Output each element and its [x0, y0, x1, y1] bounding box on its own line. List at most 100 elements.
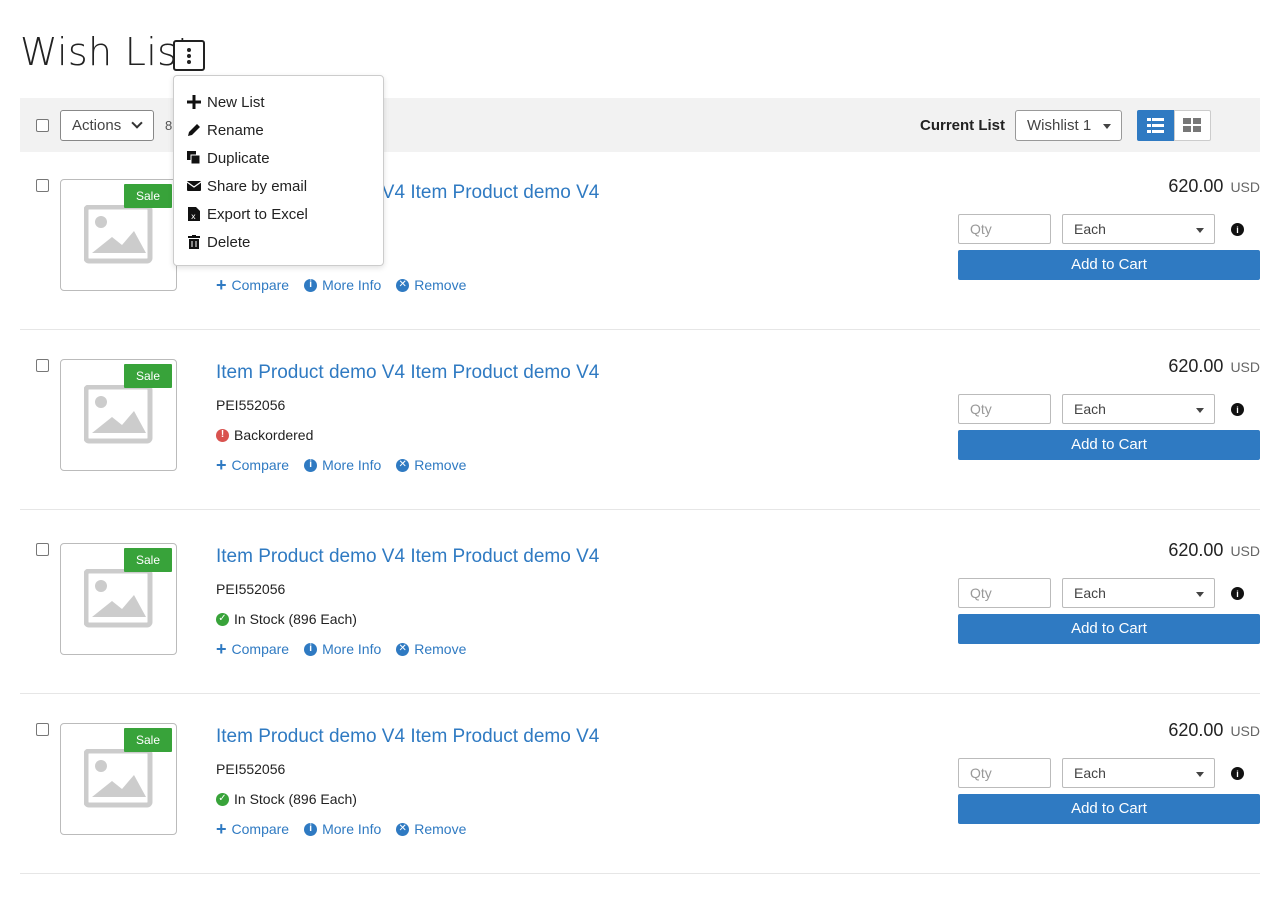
compare-label: Compare	[231, 641, 290, 657]
compare-link[interactable]: + Compare	[216, 456, 289, 474]
stock-status: ✓ In Stock (896 Each)	[216, 611, 357, 627]
product-thumbnail[interactable]: Sale	[60, 723, 177, 835]
product-name-link[interactable]: Item Product demo V4 Item Product demo V…	[216, 362, 599, 384]
caret-down-icon	[1196, 772, 1204, 777]
exclamation-icon: !	[216, 428, 229, 442]
remove-icon: ✕	[396, 822, 410, 836]
item-price: 620.00 USD	[1168, 720, 1260, 741]
stock-label: In Stock (896 Each)	[234, 791, 357, 807]
product-thumbnail[interactable]: Sale	[60, 543, 177, 655]
kebab-dot	[187, 59, 191, 64]
uom-select[interactable]: Each	[1062, 394, 1215, 424]
stock-label: In Stock (896 Each)	[234, 611, 357, 627]
add-to-cart-button[interactable]: Add to Cart	[958, 794, 1260, 824]
uom-value: Each	[1074, 765, 1106, 781]
caret-down-icon	[1103, 124, 1111, 129]
item-links: + Compare i More Info ✕ Remove	[216, 276, 481, 294]
remove-link[interactable]: ✕ Remove	[396, 821, 466, 837]
menu-item-label: Export to Excel	[207, 205, 308, 223]
more-info-label: More Info	[322, 641, 382, 657]
uom-select[interactable]: Each	[1062, 758, 1215, 788]
info-icon: i	[304, 642, 318, 656]
current-list-select[interactable]: Wishlist 1	[1015, 110, 1122, 141]
more-info-link[interactable]: i More Info	[304, 641, 381, 657]
grid-view-icon	[1183, 118, 1201, 132]
uom-info-icon[interactable]: i	[1231, 767, 1244, 780]
sale-badge: Sale	[124, 548, 172, 572]
more-info-link[interactable]: i More Info	[304, 277, 381, 293]
add-to-cart-button[interactable]: Add to Cart	[958, 614, 1260, 644]
item-checkbox[interactable]	[36, 179, 49, 192]
stock-label: Backordered	[234, 427, 314, 443]
item-links: + Compare i More Info ✕ Remove	[216, 640, 481, 658]
compare-label: Compare	[231, 821, 290, 837]
uom-info-icon[interactable]: i	[1231, 587, 1244, 600]
wishlist-item-row: Sale Item Product demo V4 Item Product d…	[20, 694, 1260, 874]
price-value: 620.00	[1168, 720, 1224, 740]
uom-value: Each	[1074, 401, 1106, 417]
kebab-dot	[187, 53, 191, 58]
remove-icon: ✕	[396, 642, 410, 656]
price-value: 620.00	[1168, 540, 1224, 560]
remove-link[interactable]: ✕ Remove	[396, 457, 466, 473]
qty-input[interactable]: Qty	[958, 578, 1051, 608]
qty-input[interactable]: Qty	[958, 758, 1051, 788]
pencil-icon	[187, 123, 201, 137]
product-name-link[interactable]: Item Product demo V4 Item Product demo V…	[216, 546, 599, 568]
uom-info-icon[interactable]: i	[1231, 403, 1244, 416]
sale-badge: Sale	[124, 364, 172, 388]
uom-select[interactable]: Each	[1062, 578, 1215, 608]
image-placeholder-icon	[84, 749, 153, 808]
actions-dropdown[interactable]: Actions	[60, 110, 154, 141]
product-name-link[interactable]: Item Product demo V4 Item Product demo V…	[216, 726, 599, 748]
menu-item-duplicate[interactable]: Duplicate	[174, 144, 383, 172]
compare-link[interactable]: + Compare	[216, 820, 289, 838]
chevron-down-icon	[131, 117, 143, 129]
select-all-checkbox[interactable]	[36, 119, 49, 132]
menu-item-new-list[interactable]: New List	[174, 88, 383, 116]
item-price: 620.00 USD	[1168, 540, 1260, 561]
info-icon: i	[304, 458, 318, 472]
add-to-cart-button[interactable]: Add to Cart	[958, 430, 1260, 460]
price-currency: USD	[1230, 359, 1260, 375]
qty-input[interactable]: Qty	[958, 394, 1051, 424]
product-sku: PEI552056	[216, 397, 286, 413]
menu-item-label: New List	[207, 93, 265, 111]
item-price: 620.00 USD	[1168, 356, 1260, 377]
uom-select[interactable]: Each	[1062, 214, 1215, 244]
menu-item-share-email[interactable]: Share by email	[174, 172, 383, 200]
actions-label: Actions	[72, 117, 122, 134]
item-links: + Compare i More Info ✕ Remove	[216, 456, 481, 474]
more-info-link[interactable]: i More Info	[304, 821, 381, 837]
image-placeholder-icon	[84, 385, 153, 444]
copy-icon	[187, 151, 201, 165]
list-options-menu-button[interactable]	[173, 40, 205, 71]
uom-info-icon[interactable]: i	[1231, 223, 1244, 236]
more-info-link[interactable]: i More Info	[304, 457, 381, 473]
grid-view-button[interactable]	[1174, 110, 1211, 141]
item-checkbox[interactable]	[36, 543, 49, 556]
remove-link[interactable]: ✕ Remove	[396, 641, 466, 657]
remove-link[interactable]: ✕ Remove	[396, 277, 466, 293]
list-view-button[interactable]	[1137, 110, 1174, 141]
menu-item-delete[interactable]: Delete	[174, 228, 383, 256]
menu-item-export-excel[interactable]: x Export to Excel	[174, 200, 383, 228]
item-links: + Compare i More Info ✕ Remove	[216, 820, 481, 838]
price-value: 620.00	[1168, 176, 1224, 196]
compare-link[interactable]: + Compare	[216, 276, 289, 294]
add-to-cart-button[interactable]: Add to Cart	[958, 250, 1260, 280]
info-icon: i	[304, 278, 318, 292]
compare-link[interactable]: + Compare	[216, 640, 289, 658]
page-title: Wish List	[20, 30, 193, 74]
product-thumbnail[interactable]: Sale	[60, 179, 177, 291]
product-thumbnail[interactable]: Sale	[60, 359, 177, 471]
menu-item-rename[interactable]: Rename	[174, 116, 383, 144]
list-options-menu: New List Rename Duplicate Share by email…	[173, 75, 384, 266]
item-checkbox[interactable]	[36, 359, 49, 372]
item-checkbox[interactable]	[36, 723, 49, 736]
qty-input[interactable]: Qty	[958, 214, 1051, 244]
info-icon: i	[304, 822, 318, 836]
check-circle-icon: ✓	[216, 612, 229, 626]
price-currency: USD	[1230, 723, 1260, 739]
sale-badge: Sale	[124, 728, 172, 752]
